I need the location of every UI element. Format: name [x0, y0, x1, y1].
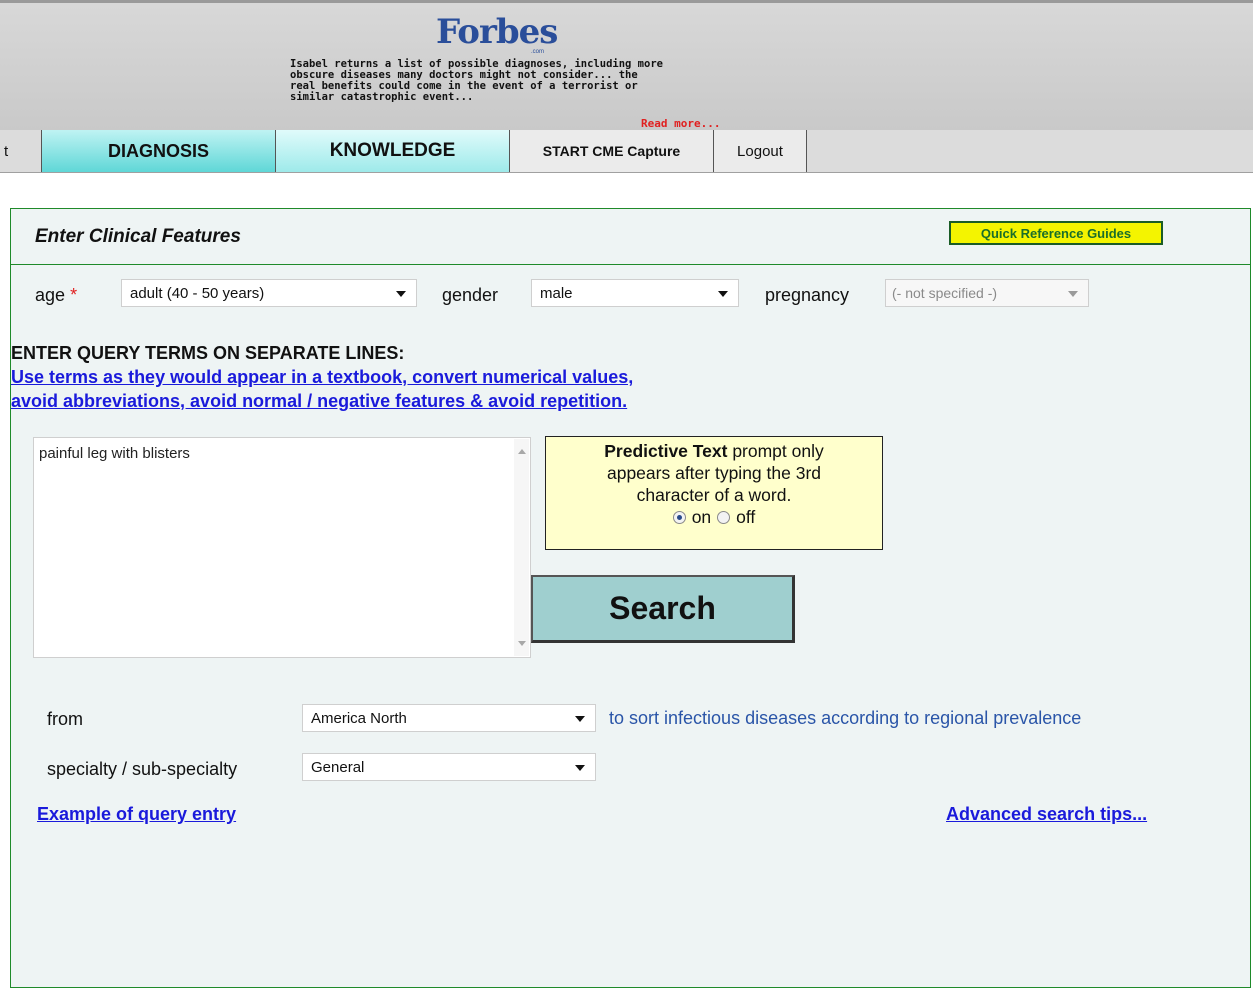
tab-diagnosis[interactable]: DIAGNOSIS — [42, 130, 276, 172]
pregnancy-select-value: (- not specified -) — [892, 285, 998, 301]
logout-button[interactable]: Logout — [714, 130, 807, 172]
textarea-scrollbar[interactable] — [514, 439, 529, 656]
age-label: age * — [35, 285, 77, 306]
region-select[interactable]: America North — [302, 704, 596, 732]
predictive-line2: appears after typing the 3rd — [606, 463, 822, 483]
forbes-banner: Forbes .com Isabel returns a list of pos… — [0, 0, 1253, 130]
predictive-on-radio[interactable] — [672, 510, 686, 524]
tab-knowledge[interactable]: KNOWLEDGE — [276, 130, 510, 172]
predictive-text-box: Predictive Text prompt only appears afte… — [545, 436, 883, 550]
scroll-down-icon[interactable] — [518, 641, 526, 646]
clinical-features-panel: Enter Clinical Features Quick Reference … — [10, 208, 1251, 988]
predictive-line3: character of a word. — [636, 485, 792, 505]
chevron-down-icon — [718, 291, 728, 297]
panel-header: Enter Clinical Features Quick Reference … — [11, 209, 1250, 265]
predictive-off-label[interactable]: off — [736, 506, 755, 528]
predictive-title: Predictive Text — [604, 441, 728, 461]
forbes-logo-suffix: .com — [531, 49, 545, 55]
banner-quote: Isabel returns a list of possible diagno… — [290, 59, 740, 103]
gender-select-value: male — [540, 284, 573, 302]
page-title: Enter Clinical Features — [35, 226, 241, 247]
gender-label: gender — [442, 285, 499, 305]
age-label-text: age — [35, 285, 66, 305]
predictive-line1-rest: prompt only — [727, 441, 824, 461]
specialty-label: specialty / sub-specialty — [47, 759, 238, 779]
chevron-down-icon — [1068, 291, 1078, 297]
region-hint: to sort infectious diseases according to… — [609, 708, 1082, 728]
read-more-link[interactable]: Read more... — [641, 117, 720, 130]
pregnancy-select: (- not specified -) — [885, 279, 1089, 307]
chevron-down-icon — [396, 291, 406, 297]
required-marker: * — [70, 285, 78, 305]
predictive-off-radio[interactable] — [717, 510, 731, 524]
predictive-on-label[interactable]: on — [692, 506, 711, 528]
gender-select[interactable]: male — [531, 279, 739, 307]
main-nav: t DIAGNOSIS KNOWLEDGE START CME Capture … — [0, 130, 1253, 173]
query-terms-textarea[interactable]: painful leg with blisters — [33, 437, 531, 658]
chevron-down-icon — [575, 716, 585, 722]
predictive-toggle: on off — [546, 506, 882, 528]
query-terms-value: painful leg with blisters — [39, 445, 190, 462]
pregnancy-label: pregnancy — [765, 285, 850, 305]
advanced-search-tips-link[interactable]: Advanced search tips... — [946, 804, 1147, 825]
age-select-value: adult (40 - 50 years) — [130, 284, 265, 302]
scroll-up-icon[interactable] — [518, 449, 526, 454]
specialty-select-value: General — [311, 758, 365, 776]
query-heading: ENTER QUERY TERMS ON SEPARATE LINES: — [11, 343, 405, 363]
query-hint-link-line1[interactable]: Use terms as they would appear in a text… — [11, 367, 633, 388]
search-button[interactable]: Search — [531, 575, 795, 643]
example-query-link[interactable]: Example of query entry — [37, 804, 236, 825]
quote-line: similar catastrophic event... — [290, 91, 474, 103]
nav-item-truncated[interactable]: t — [0, 130, 42, 172]
quick-reference-guides-button[interactable]: Quick Reference Guides — [949, 221, 1163, 245]
chevron-down-icon — [575, 765, 585, 771]
specialty-select[interactable]: General — [302, 753, 596, 781]
forbes-logo[interactable]: Forbes — [436, 15, 558, 49]
age-select[interactable]: adult (40 - 50 years) — [121, 279, 417, 307]
predictive-line1: Predictive Text prompt only — [546, 440, 882, 462]
from-label: from — [47, 709, 83, 729]
query-hint-link-line2[interactable]: avoid abbreviations, avoid normal / nega… — [11, 391, 627, 412]
region-select-value: America North — [311, 709, 407, 727]
start-cme-capture-button[interactable]: START CME Capture — [510, 130, 714, 172]
